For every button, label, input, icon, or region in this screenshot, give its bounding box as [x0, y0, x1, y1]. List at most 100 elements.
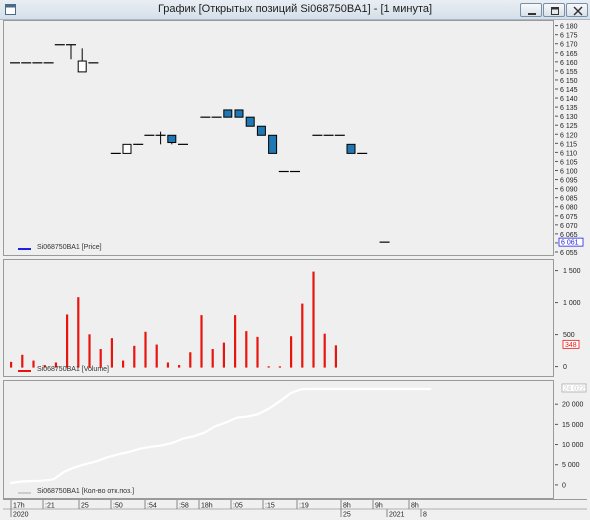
- oi-tick-label: 0: [562, 482, 566, 489]
- volume-bar: [334, 345, 337, 368]
- volume-tick-label: 0: [563, 364, 567, 371]
- price-tick-label: 6 090: [560, 187, 578, 194]
- candle-body: [346, 143, 356, 154]
- volume-chart-panel[interactable]: [3, 259, 554, 377]
- time-tick-label: :19: [299, 503, 309, 510]
- oi-tick-label: 10 000: [562, 442, 584, 449]
- oi-tick-label: 20 000: [562, 402, 584, 409]
- price-candle: [155, 131, 166, 145]
- volume-legend-label: Si068750BA1 [Volume]: [37, 366, 109, 373]
- price-tick-label: 6 170: [560, 42, 578, 49]
- price-candle: [122, 143, 132, 154]
- price-tick-label: 6 145: [560, 87, 578, 94]
- price-chart: [10, 44, 390, 243]
- window-title: График [Открытых позиций Si068750BA1] - …: [157, 3, 433, 15]
- date-tick-label: 2021: [389, 512, 405, 518]
- price-candle: [77, 48, 87, 73]
- price-legend-label: Si068750BA1 [Price]: [37, 244, 102, 251]
- price-candle: [234, 109, 244, 118]
- volume-bar: [77, 297, 80, 368]
- price-chart-panel[interactable]: [3, 20, 554, 256]
- volume-bar: [211, 349, 214, 368]
- candle-body: [167, 134, 177, 144]
- time-axis: 17h:21 25:50:54:58 18h:05:15:19 8h 9h 8h 2020 2…: [3, 499, 587, 517]
- open-positions-legend-label: Si068750BA1 [Кол-во отк.поз.]: [37, 488, 135, 495]
- price-tick-label: 6 075: [560, 214, 578, 221]
- price-candle: [268, 134, 278, 154]
- title-bar: График [Открытых позиций Si068750BA1] - …: [0, 0, 590, 20]
- close-icon: [573, 6, 583, 16]
- date-tick-label: 2020: [13, 512, 29, 518]
- open-positions-chart: [9, 387, 432, 485]
- price-tick-label: 6 140: [560, 96, 578, 103]
- time-tick-label: :21: [45, 503, 55, 510]
- maximize-button[interactable]: [543, 3, 565, 17]
- open-positions-legend: Si068750BA1 [Кол-во отк.поз.]: [3, 488, 554, 498]
- open-positions-line: [9, 387, 432, 485]
- volume-bar: [66, 314, 69, 368]
- volume-tick-label: 500: [563, 332, 575, 339]
- price-tick-label: 6 160: [560, 60, 578, 67]
- open-positions-chart-panel[interactable]: [3, 380, 554, 499]
- time-tick-label: :15: [265, 503, 275, 510]
- minimize-icon: [528, 13, 536, 15]
- price-tick-label: 6 130: [560, 114, 578, 121]
- volume-bar: [155, 344, 158, 368]
- candle-body: [268, 134, 278, 154]
- date-tick-label: 25: [343, 512, 351, 518]
- price-tick-label: 6 110: [560, 150, 577, 157]
- oi-tick-label: 5 000: [562, 462, 580, 469]
- time-tick-label: 25: [81, 503, 89, 510]
- oi-tick-label: 15 000: [562, 422, 584, 429]
- price-candle: [223, 109, 233, 118]
- price-legend: Si068750BA1 [Price]: [3, 244, 554, 254]
- open-positions-legend-swatch: [18, 492, 31, 494]
- price-tick-label: 6 165: [560, 51, 578, 58]
- time-tick-label: :50: [113, 503, 123, 510]
- candle-body: [122, 143, 132, 154]
- price-candle: [167, 134, 177, 145]
- volume-bar: [133, 345, 136, 368]
- volume-bar: [312, 271, 315, 368]
- open-positions-scale: 20 000 15 000 10 000 5 000 0 24 022: [555, 383, 587, 489]
- current-price-label: 6 061: [561, 240, 579, 247]
- volume-legend: Si068750BA1 [Volume]: [3, 366, 554, 376]
- price-candle: [66, 44, 76, 60]
- candle-body: [77, 60, 87, 73]
- time-tick-label: 18h: [201, 503, 213, 510]
- time-tick-label: :54: [147, 503, 157, 510]
- time-tick-label: 17h: [13, 503, 25, 510]
- close-button[interactable]: [566, 3, 588, 17]
- volume-bar: [222, 342, 225, 368]
- price-tick-label: 6 155: [560, 69, 578, 76]
- volume-bar: [99, 349, 102, 368]
- volume-bar: [110, 338, 113, 368]
- price-tick-label: 6 085: [560, 196, 578, 203]
- price-tick-label: 6 070: [560, 223, 578, 230]
- candle-body: [256, 125, 266, 136]
- volume-scale: 1 500 1 000 500 0 348: [555, 268, 581, 371]
- volume-bar: [290, 336, 293, 368]
- time-tick-label: 8h: [411, 503, 419, 510]
- price-tick-label: 6 125: [560, 123, 578, 130]
- price-candle: [256, 125, 266, 136]
- candle-body: [245, 116, 255, 127]
- price-tick-label: 6 080: [560, 205, 578, 212]
- volume-bar: [144, 331, 147, 368]
- date-tick-label: 8: [423, 512, 427, 518]
- minimize-button[interactable]: [520, 3, 542, 17]
- candle-body: [234, 109, 244, 118]
- volume-chart: [10, 271, 337, 368]
- volume-bar: [301, 303, 304, 368]
- volume-bar: [256, 336, 259, 368]
- price-tick-label: 6 100: [560, 169, 578, 176]
- price-scale: 6 180 6 175 6 170 6 165 6 160 6 155 6 150 6 145…: [555, 24, 584, 256]
- current-volume-label: 348: [565, 342, 577, 349]
- volume-tick-label: 1 500: [563, 268, 581, 275]
- volume-bar: [88, 334, 91, 368]
- time-tick-label: :58: [179, 503, 189, 510]
- time-tick-label: 9h: [375, 503, 383, 510]
- price-tick-label: 6 135: [560, 105, 578, 112]
- maximize-icon: [551, 7, 559, 15]
- price-tick-label: 6 120: [560, 132, 578, 139]
